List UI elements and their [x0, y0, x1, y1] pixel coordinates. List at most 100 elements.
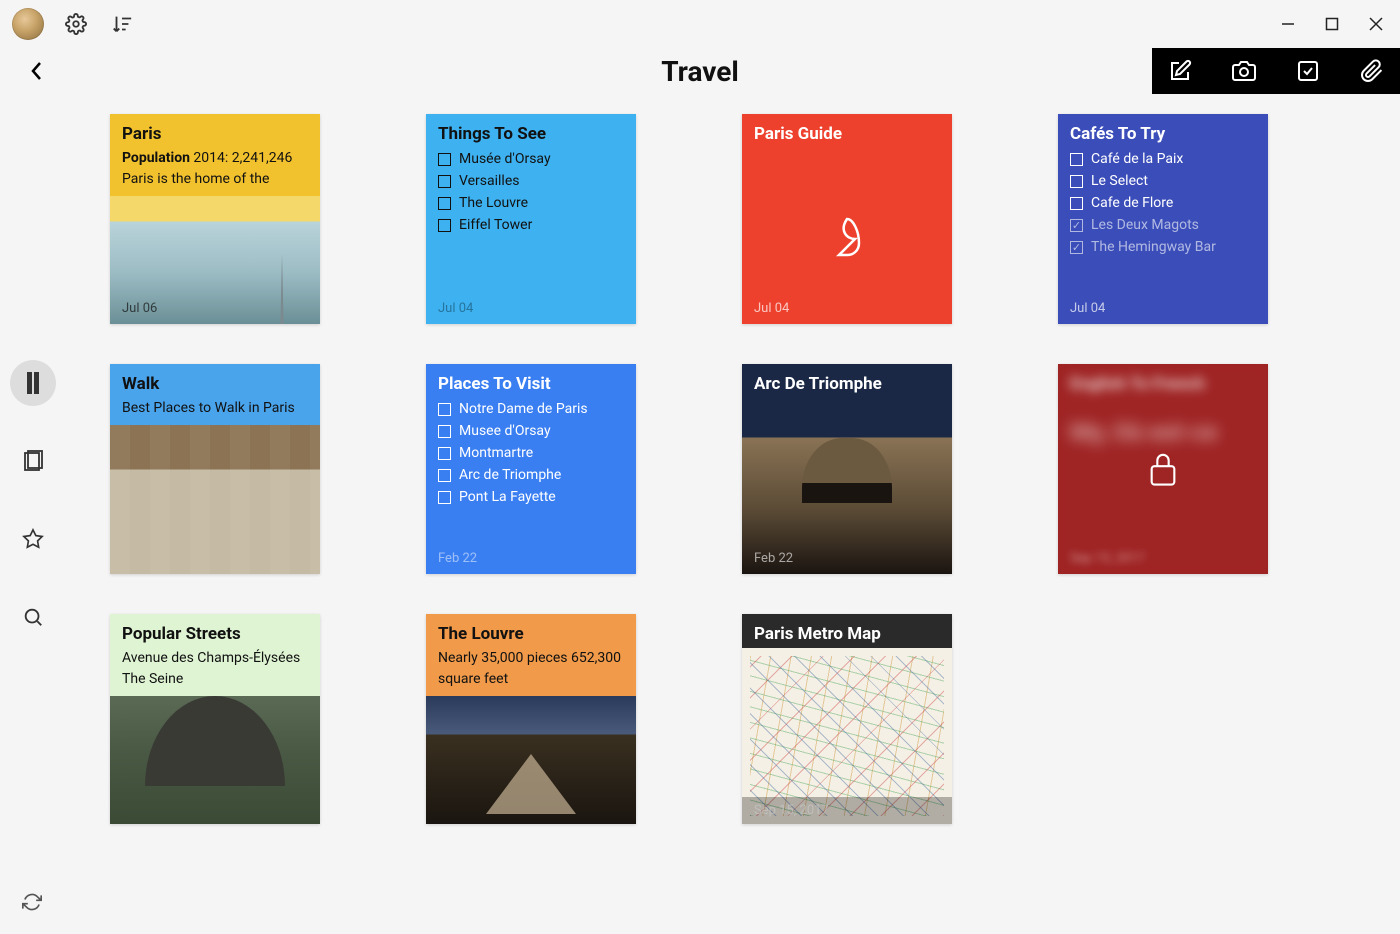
maximize-button[interactable] [1320, 12, 1344, 36]
checkbox-icon[interactable] [438, 403, 451, 416]
card-title: Paris Metro Map [742, 614, 952, 648]
rail-starred-button[interactable] [10, 516, 56, 562]
header-row: Travel [0, 48, 1400, 94]
card-body: Best Places to Walk in Paris [110, 398, 320, 419]
card-date: Jul 04 [438, 301, 473, 316]
checklist-item: Les Deux Magots [1070, 214, 1256, 236]
checkbox-icon[interactable] [1070, 219, 1083, 232]
note-card-locked[interactable]: English To French My, Où est-ce Sep 15, … [1058, 364, 1268, 574]
page-title: Travel [661, 55, 739, 88]
compose-button[interactable] [1166, 57, 1194, 85]
card-date: Jul 04 [1070, 301, 1105, 316]
note-card-paris-guide[interactable]: Paris Guide Jul 04 [742, 114, 952, 324]
card-body: Nearly 35,000 pieces 652,300 square feet [426, 648, 636, 690]
card-title: Cafés To Try [1058, 114, 1268, 148]
checkbox-icon[interactable] [1070, 197, 1083, 210]
checklist-item: Le Select [1070, 170, 1256, 192]
close-button[interactable] [1364, 12, 1388, 36]
sync-icon [22, 892, 42, 912]
card-title: Popular Streets [110, 614, 320, 648]
checkbox-icon[interactable] [1070, 241, 1083, 254]
camera-button[interactable] [1230, 57, 1258, 85]
lock-icon [1146, 449, 1180, 489]
card-date: Feb 22 [438, 551, 477, 566]
card-title: Paris [110, 114, 320, 148]
star-icon [22, 528, 44, 550]
note-card-streets[interactable]: Popular Streets Avenue des Champs-Élysée… [110, 614, 320, 824]
item-text: Arc de Triomphe [459, 467, 561, 483]
checklist-item: Arc de Triomphe [438, 464, 624, 486]
item-text: Musée d'Orsay [459, 151, 551, 167]
sort-icon [111, 13, 133, 35]
note-card-metro[interactable]: Paris Metro Map Sep 15, 2017 [742, 614, 952, 824]
card-title: Arc De Triomphe [742, 364, 894, 398]
rail-notebooks-button[interactable] [10, 360, 56, 406]
checkbox-icon[interactable] [438, 469, 451, 482]
notebook-icon [24, 372, 42, 394]
back-button[interactable] [14, 48, 60, 94]
body-label: Population [122, 150, 190, 166]
checklist-item: The Hemingway Bar [1070, 236, 1256, 258]
item-text: Notre Dame de Paris [459, 401, 588, 417]
checkbox-icon[interactable] [438, 425, 451, 438]
top-bar [0, 0, 1400, 48]
item-text: The Hemingway Bar [1091, 239, 1216, 255]
item-text: The Louvre [459, 195, 528, 211]
card-image [426, 696, 636, 824]
body-rest: 2014: 2,241,246 [190, 150, 292, 166]
top-left-controls [12, 8, 136, 40]
item-text: Pont La Fayette [459, 489, 556, 505]
checkbox-icon[interactable] [438, 197, 451, 210]
left-rail [10, 360, 56, 640]
settings-button[interactable] [62, 10, 90, 38]
note-card-arc[interactable]: Arc De Triomphe Feb 22 [742, 364, 952, 574]
minimize-button[interactable] [1276, 12, 1300, 36]
checklist-item: Cafe de Flore [1070, 192, 1256, 214]
card-title: Walk [110, 364, 320, 398]
checkbox-icon[interactable] [438, 491, 451, 504]
rail-notes-button[interactable] [10, 438, 56, 484]
card-date: Jul 04 [754, 301, 789, 316]
checkbox-icon[interactable] [438, 219, 451, 232]
paperclip-icon [1360, 59, 1384, 83]
locked-overlay [1058, 364, 1268, 574]
notes-icon [22, 450, 44, 472]
camera-icon [1232, 59, 1256, 83]
card-title: Things To See [426, 114, 636, 148]
checkbox-icon[interactable] [438, 447, 451, 460]
rail-search-button[interactable] [10, 594, 56, 640]
chevron-left-icon [29, 59, 45, 83]
checkbox-icon[interactable] [1070, 153, 1083, 166]
checklist: Musée d'Orsay Versailles The Louvre Eiff… [426, 148, 636, 236]
card-date: Jul 06 [122, 301, 157, 316]
checkbox-icon[interactable] [1070, 175, 1083, 188]
minimize-icon [1281, 17, 1295, 31]
checklist-item: Café de la Paix [1070, 148, 1256, 170]
avatar[interactable] [12, 8, 44, 40]
item-text: Versailles [459, 173, 519, 189]
attach-button[interactable] [1358, 57, 1386, 85]
note-card-cafes[interactable]: Cafés To Try Café de la Paix Le Select C… [1058, 114, 1268, 324]
sort-button[interactable] [108, 10, 136, 38]
body-line1: Avenue des Champs-Élysées [122, 648, 308, 669]
note-card-things-to-see[interactable]: Things To See Musée d'Orsay Versailles T… [426, 114, 636, 324]
note-card-louvre[interactable]: The Louvre Nearly 35,000 pieces 652,300 … [426, 614, 636, 824]
checkbox-icon[interactable] [438, 175, 451, 188]
card-pdf-image [742, 154, 952, 324]
card-date: Feb 22 [754, 551, 793, 566]
card-title: Paris Guide [742, 114, 952, 148]
checklist-button[interactable] [1294, 57, 1322, 85]
note-card-places[interactable]: Places To Visit Notre Dame de Paris Muse… [426, 364, 636, 574]
item-text: Musee d'Orsay [459, 423, 551, 439]
checklist-item: Pont La Fayette [438, 486, 624, 508]
body-line2: Paris is the home of the [122, 169, 308, 190]
pdf-icon [817, 209, 877, 269]
sync-button[interactable] [18, 888, 46, 916]
note-card-walk[interactable]: Walk Best Places to Walk in Paris [110, 364, 320, 574]
note-card-paris[interactable]: Paris Population 2014: 2,241,246 Paris i… [110, 114, 320, 324]
card-title: Places To Visit [426, 364, 636, 398]
checkbox-icon[interactable] [438, 153, 451, 166]
notes-grid: Paris Population 2014: 2,241,246 Paris i… [110, 114, 1340, 824]
checklist-item: Montmartre [438, 442, 624, 464]
action-bar [1152, 48, 1400, 94]
